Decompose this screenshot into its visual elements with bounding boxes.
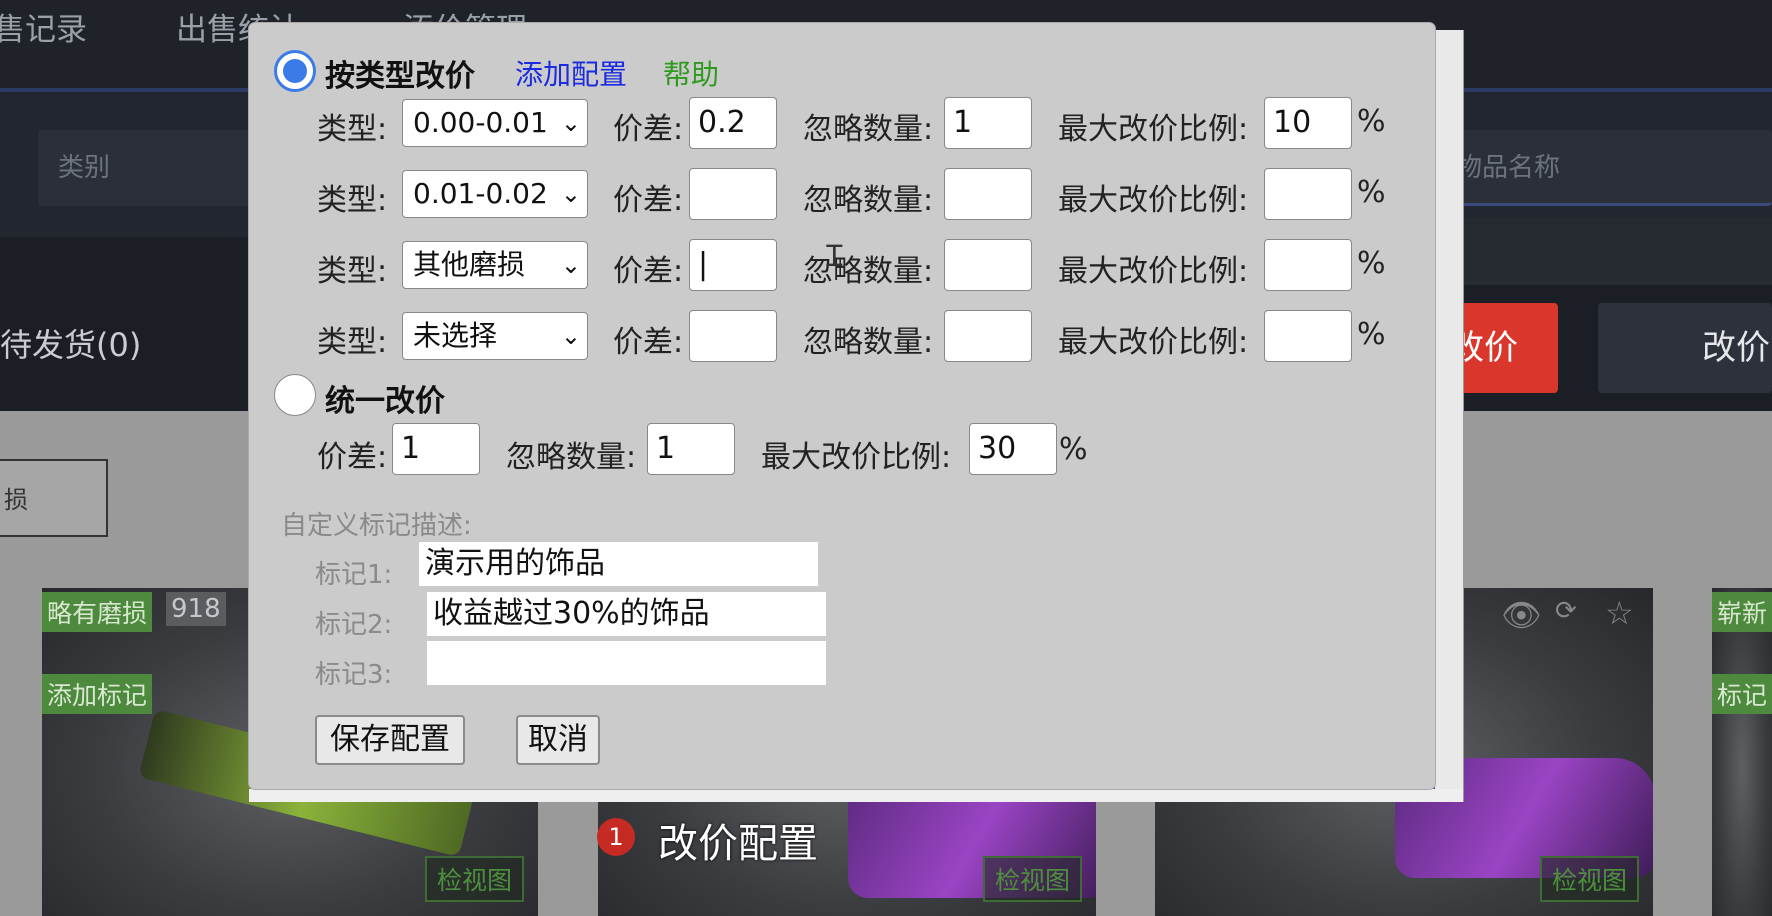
reprice-config-dialog: 按类型改价 添加配置 帮助 类型: 0.00-0.01 ⌄ 价差: 0.2 忽略数… bbox=[249, 23, 1435, 789]
type-select[interactable]: 其他磨损 ⌄ bbox=[402, 241, 588, 289]
chevron-down-icon: ⌄ bbox=[560, 322, 581, 350]
item-search-input[interactable]: 入物品名称 bbox=[1420, 130, 1772, 206]
star-icon[interactable]: ☆ bbox=[1605, 594, 1634, 632]
add-config-link[interactable]: 添加配置 bbox=[515, 53, 627, 93]
type-select[interactable]: 0.00-0.01 ⌄ bbox=[402, 99, 588, 147]
uniform-max-ratio-input[interactable]: 30 bbox=[969, 423, 1057, 475]
uniform-diff-input[interactable]: 1 bbox=[392, 423, 480, 475]
mark-input[interactable] bbox=[427, 641, 826, 685]
custom-marks-title: 自定义标记描述: bbox=[281, 511, 472, 541]
diff-input[interactable] bbox=[689, 168, 777, 220]
diff-input[interactable]: 0.2 bbox=[689, 97, 777, 149]
type-label: 类型: bbox=[317, 325, 388, 360]
mark-label: 标记2: bbox=[315, 610, 393, 640]
percent-sign: % bbox=[1357, 246, 1386, 281]
ignore-label: 忽略数量: bbox=[803, 325, 934, 360]
inspect-button[interactable]: 检视图 bbox=[424, 856, 524, 902]
mark-label: 标记3: bbox=[315, 660, 393, 690]
chevron-down-icon: ⌄ bbox=[560, 109, 581, 137]
diff-label: 价差: bbox=[613, 254, 684, 289]
ignore-input[interactable]: 1 bbox=[944, 97, 1032, 149]
uniform-ignore-input[interactable]: 1 bbox=[647, 423, 735, 475]
category-select[interactable]: 类别 bbox=[38, 130, 258, 206]
add-mark-tag[interactable]: 添加标记 bbox=[42, 674, 153, 714]
max-ratio-label: 最大改价比例: bbox=[1058, 254, 1249, 289]
dialog-frame bbox=[1435, 30, 1464, 802]
max-ratio-label: 最大改价比例: bbox=[1058, 183, 1249, 218]
max-ratio-input[interactable] bbox=[1264, 310, 1352, 362]
diff-label: 价差: bbox=[613, 112, 684, 147]
help-link[interactable]: 帮助 bbox=[663, 53, 719, 93]
uniform-ignore-label: 忽略数量: bbox=[506, 440, 637, 475]
max-ratio-label: 最大改价比例: bbox=[1058, 325, 1249, 360]
nav-sales-records[interactable]: 售记录 bbox=[0, 4, 87, 49]
max-ratio-input[interactable] bbox=[1264, 239, 1352, 291]
by-type-label: 按类型改价 bbox=[325, 59, 475, 94]
ignore-input[interactable] bbox=[944, 168, 1032, 220]
type-label: 类型: bbox=[317, 183, 388, 218]
step-caption: 改价配置 bbox=[658, 821, 818, 867]
mark-input[interactable]: 演示用的饰品 bbox=[419, 542, 818, 586]
diff-input[interactable] bbox=[689, 310, 777, 362]
count-badge: 918 bbox=[166, 592, 226, 626]
dialog-frame bbox=[249, 789, 1463, 802]
3d-icon[interactable]: ⟳ bbox=[1555, 596, 1577, 626]
cancel-button[interactable]: 取消 bbox=[516, 715, 600, 765]
max-ratio-input[interactable] bbox=[1264, 168, 1352, 220]
mark-input[interactable]: 收益越过30%的饰品 bbox=[427, 592, 826, 636]
uniform-label: 统一改价 bbox=[325, 384, 445, 419]
uniform-diff-label: 价差: bbox=[317, 440, 388, 475]
percent-sign: % bbox=[1059, 432, 1088, 467]
type-label: 类型: bbox=[317, 112, 388, 147]
max-ratio-input[interactable]: 10 bbox=[1264, 97, 1352, 149]
mark-label: 标记1: bbox=[315, 560, 393, 590]
uniform-max-ratio-label: 最大改价比例: bbox=[761, 440, 952, 475]
inspect-button[interactable]: 检视图 bbox=[982, 856, 1082, 902]
inspect-button[interactable]: 检视图 bbox=[1539, 856, 1639, 902]
chevron-down-icon: ⌄ bbox=[560, 180, 581, 208]
percent-sign: % bbox=[1357, 104, 1386, 139]
percent-sign: % bbox=[1357, 317, 1386, 352]
ignore-label: 忽略数量: bbox=[803, 183, 934, 218]
wear-tag: 略有磨损 bbox=[42, 592, 153, 632]
ignore-input[interactable] bbox=[944, 310, 1032, 362]
reprice-button-secondary[interactable]: 改价 bbox=[1598, 303, 1772, 393]
diff-input[interactable]: | bbox=[689, 239, 777, 291]
ignore-input[interactable] bbox=[944, 239, 1032, 291]
item-card[interactable]: 崭新 标记 bbox=[1712, 588, 1772, 916]
chevron-down-icon: ⌄ bbox=[560, 251, 581, 279]
step-badge: 1 bbox=[597, 818, 635, 856]
text-cursor-icon: Ɪ bbox=[826, 239, 843, 274]
save-config-button[interactable]: 保存配置 bbox=[315, 715, 465, 765]
tab-pending-ship[interactable]: 待发货(0) bbox=[0, 320, 141, 366]
diff-label: 价差: bbox=[613, 325, 684, 360]
banner-decoration bbox=[1440, 218, 1772, 290]
uniform-radio[interactable] bbox=[274, 374, 316, 416]
eye-icon[interactable]: 👁 bbox=[1501, 596, 1542, 634]
add-mark-tag[interactable]: 标记 bbox=[1712, 674, 1772, 714]
percent-sign: % bbox=[1357, 175, 1386, 210]
wear-filter[interactable]: 损 bbox=[0, 459, 108, 537]
diff-label: 价差: bbox=[613, 183, 684, 218]
ignore-label: 忽略数量: bbox=[803, 112, 934, 147]
wear-tag: 崭新 bbox=[1712, 592, 1772, 632]
type-select[interactable]: 0.01-0.02 ⌄ bbox=[402, 170, 588, 218]
max-ratio-label: 最大改价比例: bbox=[1058, 112, 1249, 147]
ignore-label: 忽略数量: bbox=[803, 254, 934, 289]
by-type-radio[interactable] bbox=[274, 50, 316, 92]
type-label: 类型: bbox=[317, 254, 388, 289]
type-select[interactable]: 未选择 ⌄ bbox=[402, 312, 588, 360]
